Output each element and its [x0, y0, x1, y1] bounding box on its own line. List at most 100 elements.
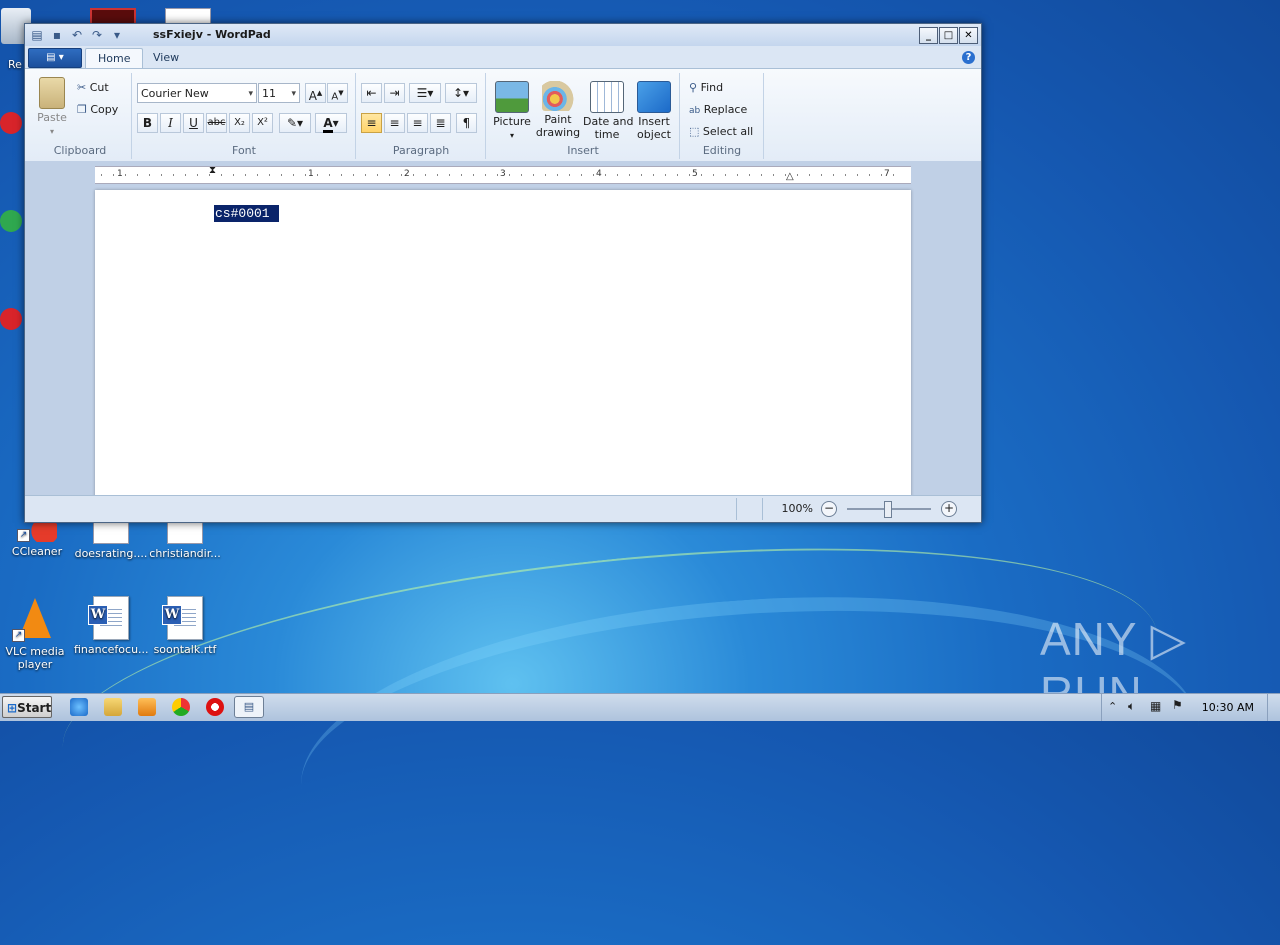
internet-explorer-icon[interactable] — [70, 698, 88, 716]
desktop-icon-financefocus[interactable]: W financefocu... — [74, 596, 149, 656]
line-spacing-button[interactable]: ↕▾ — [445, 83, 477, 103]
ruler-tick — [389, 174, 390, 176]
document-icon — [167, 520, 203, 544]
superscript-button[interactable]: X² — [252, 113, 273, 133]
close-button[interactable]: ✕ — [959, 27, 978, 44]
desktop-icon-fragment[interactable] — [0, 112, 22, 134]
ruler-tick — [593, 174, 594, 176]
increase-indent-button[interactable]: ⇥ — [384, 83, 405, 103]
ruler-tick — [173, 174, 174, 176]
zoom-out-button[interactable]: − — [821, 501, 837, 517]
save-icon[interactable]: ▪ — [49, 27, 65, 43]
shrink-font-button[interactable]: A▼ — [327, 83, 348, 103]
italic-button[interactable]: I — [160, 113, 181, 133]
wordpad-taskbar-button[interactable]: ▤ — [234, 696, 264, 718]
align-right-button[interactable]: ≡ — [407, 113, 428, 133]
tab-home[interactable]: Home — [85, 48, 144, 69]
selected-text[interactable]: cs#0001 — [214, 205, 279, 222]
zoom-slider-thumb[interactable] — [884, 501, 892, 518]
desktop-icon-christiandir[interactable]: christiandir... — [148, 520, 222, 560]
maximize-button[interactable]: □ — [939, 27, 958, 44]
ruler-tick — [209, 174, 210, 176]
status-bar: 100% − + — [25, 495, 981, 522]
title-bar[interactable]: ▤ ▪ ↶ ↷ ▾ ssFxiejv - WordPad _ □ ✕ — [25, 24, 981, 46]
ruler-tick — [665, 174, 666, 176]
desktop-icon-label-line2: player — [17, 658, 53, 671]
desktop-icon-vlc[interactable]: ↗ VLC media player — [0, 596, 72, 671]
clock[interactable]: 10:30 AM — [1202, 701, 1254, 714]
zoom-in-button[interactable]: + — [941, 501, 957, 517]
customize-qat-icon[interactable]: ▾ — [109, 27, 125, 43]
wordpad-app-icon[interactable]: ▤ — [29, 27, 45, 43]
ruler-tick — [857, 174, 858, 176]
font-family-select[interactable]: Courier New — [137, 83, 257, 104]
find-button[interactable]: ⚲ Find — [689, 81, 723, 94]
desktop-icon-fragment[interactable] — [0, 308, 22, 330]
document-area[interactable]: 1 1 2 3 4 5 7 ⧗ △ cs#0001 — [25, 161, 981, 496]
strikethrough-button[interactable]: abc — [206, 113, 227, 133]
file-explorer-icon[interactable] — [104, 698, 122, 716]
paint-drawing-button[interactable]: Paint drawing — [535, 81, 581, 139]
right-indent-marker[interactable]: △ — [786, 171, 794, 182]
ruler-tick — [497, 174, 498, 176]
paste-button[interactable]: Paste ▾ — [35, 77, 69, 137]
bold-button[interactable]: B — [137, 113, 158, 133]
paragraph-settings-button[interactable]: ¶ — [456, 113, 477, 133]
bullets-button[interactable]: ☰▾ — [409, 83, 441, 103]
copy-button[interactable]: ❐ Copy — [77, 103, 118, 116]
ruler-tick — [701, 174, 702, 176]
insert-object-button[interactable]: Insert object — [633, 81, 675, 141]
desktop-icon-doesrating[interactable]: doesrating.... — [74, 520, 148, 560]
underline-button[interactable]: U — [183, 113, 204, 133]
document-page[interactable]: cs#0001 — [95, 190, 911, 496]
select-all-label: Select all — [702, 125, 754, 138]
start-button[interactable]: ⊞Start — [2, 696, 52, 718]
wordpad-window[interactable]: ▤ ▪ ↶ ↷ ▾ ssFxiejv - WordPad _ □ ✕ ▤ ▾ H… — [24, 23, 982, 523]
highlight-color-button[interactable]: ✎▾ — [279, 113, 311, 133]
opera-icon[interactable] — [206, 698, 224, 716]
decrease-indent-button[interactable]: ⇤ — [361, 83, 382, 103]
show-hidden-icons-icon[interactable]: ⌃ — [1108, 700, 1117, 713]
ruler-tick — [257, 174, 258, 176]
application-menu-button[interactable]: ▤ ▾ — [28, 48, 82, 68]
grow-font-button[interactable]: A▲ — [305, 83, 326, 103]
font-size-select[interactable]: 11 — [258, 83, 300, 104]
cut-button[interactable]: ✂ Cut — [77, 81, 109, 94]
undo-icon[interactable]: ↶ — [69, 27, 85, 43]
align-center-button[interactable]: ≡ — [384, 113, 405, 133]
desktop-icon-soontalk[interactable]: W soontalk.rtf — [148, 596, 222, 656]
tab-view[interactable]: View — [141, 48, 191, 68]
text-color-button[interactable]: A▾ — [315, 113, 347, 133]
subscript-button[interactable]: X₂ — [229, 113, 250, 133]
help-icon[interactable]: ? — [962, 51, 975, 64]
align-left-button[interactable]: ≡ — [361, 113, 382, 133]
justify-button[interactable]: ≣ — [430, 113, 451, 133]
select-all-button[interactable]: ⬚ Select all — [689, 125, 753, 138]
ruler-number: 7 — [884, 169, 890, 179]
desktop-icon-label: financefocu... — [74, 643, 149, 656]
ruler[interactable]: 1 1 2 3 4 5 7 ⧗ △ — [95, 165, 911, 184]
ruler-tick — [101, 174, 102, 176]
desktop-icon-ccleaner[interactable]: ↗ CCleaner — [0, 520, 74, 558]
status-divider — [736, 498, 737, 520]
ccleaner-icon: ↗ — [17, 520, 57, 542]
chrome-icon[interactable] — [172, 698, 190, 716]
media-player-icon[interactable] — [138, 698, 156, 716]
minimize-button[interactable]: _ — [919, 27, 938, 44]
group-insert: Picture ▾ Paint drawing Date and time Inser… — [487, 73, 680, 159]
status-divider — [762, 498, 763, 520]
date-time-button[interactable]: Date and time — [583, 81, 633, 141]
redo-icon[interactable]: ↷ — [89, 27, 105, 43]
volume-icon[interactable]: 🔈︎ — [1128, 699, 1135, 714]
left-indent-marker[interactable]: ⧗ — [209, 165, 216, 176]
picture-button[interactable]: Picture ▾ — [491, 81, 533, 141]
show-desktop-button[interactable] — [1267, 694, 1280, 721]
ruler-tick — [473, 174, 474, 176]
ruler-tick — [509, 174, 510, 176]
desktop-icon-fragment[interactable] — [0, 210, 22, 232]
replace-button[interactable]: ab Replace — [689, 103, 747, 116]
ruler-tick — [185, 174, 186, 176]
shortcut-arrow-icon: ↗ — [12, 629, 25, 642]
network-icon[interactable]: ▦ — [1150, 699, 1161, 713]
action-center-flag-icon[interactable]: ⚑ — [1172, 698, 1183, 712]
